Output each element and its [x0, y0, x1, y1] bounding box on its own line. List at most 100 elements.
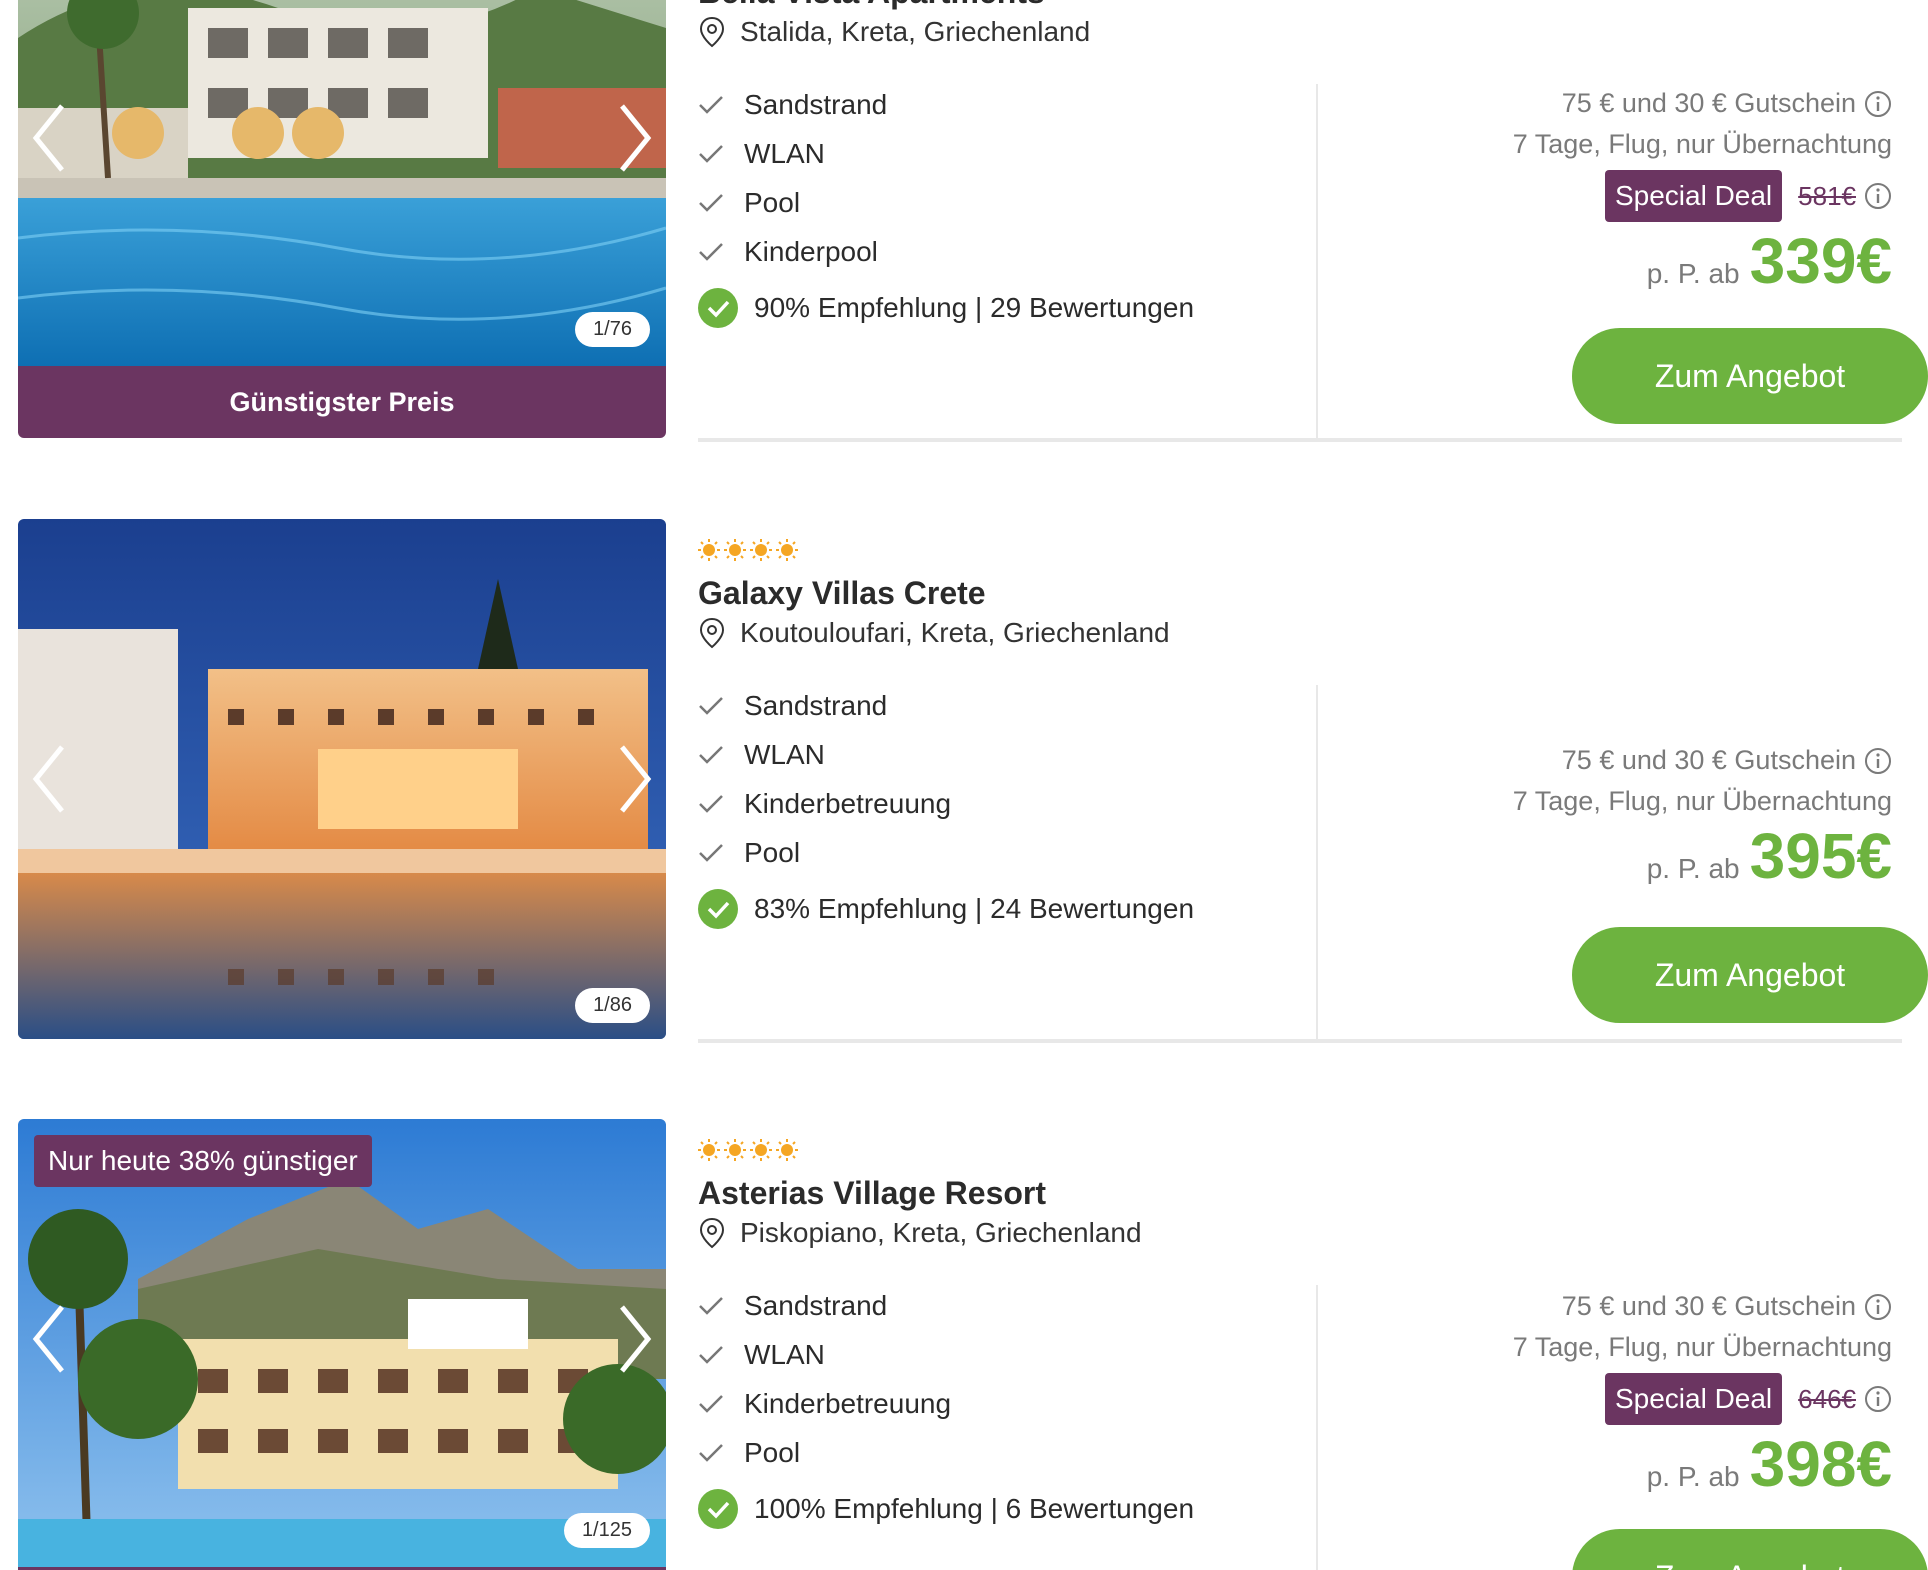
- feature-label: Pool: [744, 1436, 801, 1468]
- gallery-next-button[interactable]: [612, 1299, 656, 1379]
- rating-text: 100% Empfehlung | 6 Bewertungen: [754, 1493, 1195, 1524]
- location-text: Piskopiano, Kreta, Griechenland: [740, 1217, 1142, 1248]
- hotel-card: Nur heute 38% günstiger 1/125 Asterias V…: [18, 1119, 1928, 1570]
- info-icon[interactable]: [1864, 1385, 1892, 1413]
- feature-label: Pool: [744, 186, 801, 218]
- special-deal-badge: Special Deal: [1604, 170, 1783, 222]
- card-divider: [698, 1039, 1902, 1043]
- hotel-location: Koutouloufari, Kreta, Griechenland: [698, 617, 1170, 649]
- price-value: 395€: [1749, 820, 1892, 892]
- photo-counter: 1/86: [575, 988, 650, 1023]
- sun-icon: [724, 1139, 746, 1161]
- price-row: p. P. ab 398€: [1332, 1427, 1892, 1501]
- sun-icon: [776, 1139, 798, 1161]
- gallery-prev-button[interactable]: [28, 98, 72, 178]
- voucher-info: 75 € und 30 € Gutschein: [1332, 745, 1892, 776]
- sun-icon: [776, 539, 798, 561]
- column-divider: [1316, 84, 1318, 442]
- photo-counter: 1/125: [563, 1513, 650, 1548]
- offer-button[interactable]: Zum Angebot: [1572, 328, 1928, 424]
- sun-icon: [724, 539, 746, 561]
- feature-item: Pool: [698, 828, 951, 877]
- hotel-card: 1/76 Günstigster Preis Bella Vista Apart…: [18, 0, 1928, 442]
- price-value: 339€: [1749, 225, 1892, 297]
- feature-list: Sandstrand WLAN Kinderbetreuung Pool: [698, 1281, 951, 1477]
- special-deal-badge: Special Deal: [1604, 1373, 1783, 1425]
- info-icon[interactable]: [1864, 90, 1892, 118]
- feature-item: WLAN: [698, 129, 887, 178]
- rating[interactable]: 90% Empfehlung | 29 Bewertungen: [698, 288, 1194, 328]
- voucher-text: 75 € und 30 € Gutschein: [1561, 745, 1856, 775]
- check-icon: [699, 95, 723, 114]
- info-icon[interactable]: [1864, 182, 1892, 210]
- feature-item: Kinderpool: [698, 227, 887, 276]
- feature-item: Kinderbetreuung: [698, 779, 951, 828]
- sun-icon: [698, 1139, 720, 1161]
- deal-row: Special Deal 581€: [1332, 170, 1892, 222]
- offer-button[interactable]: Zum Angebot: [1572, 1529, 1928, 1570]
- check-icon: [699, 1443, 723, 1462]
- hotel-gallery[interactable]: 1/76 Günstigster Preis: [18, 0, 666, 438]
- hotel-name[interactable]: Bella Vista Apartments: [698, 0, 1045, 11]
- check-icon: [699, 1394, 723, 1413]
- price-row: p. P. ab 339€: [1332, 224, 1892, 298]
- trip-duration: 7 Tage, Flug, nur Übernachtung: [1512, 129, 1892, 159]
- location-pin-icon: [699, 16, 725, 48]
- feature-label: Kinderpool: [744, 235, 878, 267]
- feature-label: Sandstrand: [744, 1289, 888, 1321]
- old-price-value: 646€: [1798, 1383, 1856, 1414]
- location-text: Koutouloufari, Kreta, Griechenland: [740, 617, 1170, 648]
- hotel-gallery[interactable]: Nur heute 38% günstiger 1/125: [18, 1119, 666, 1570]
- feature-item: Sandstrand: [698, 80, 887, 129]
- location-pin-icon: [699, 1217, 725, 1249]
- column-divider: [1316, 1285, 1318, 1570]
- hotel-location: Stalida, Kreta, Griechenland: [698, 16, 1090, 48]
- rating[interactable]: 100% Empfehlung | 6 Bewertungen: [698, 1489, 1194, 1529]
- voucher-info: 75 € und 30 € Gutschein: [1332, 1291, 1892, 1322]
- old-price: 581€: [1798, 181, 1892, 212]
- check-circle-icon: [698, 1489, 738, 1529]
- gallery-prev-button[interactable]: [28, 739, 72, 819]
- hotel-name[interactable]: Galaxy Villas Crete: [698, 575, 986, 612]
- check-circle-icon: [698, 889, 738, 929]
- hotel-photo[interactable]: [18, 519, 666, 1039]
- feature-label: Sandstrand: [744, 689, 888, 721]
- price-prefix: p. P. ab: [1646, 853, 1740, 884]
- deal-row: Special Deal 646€: [1332, 1373, 1892, 1425]
- feature-label: Sandstrand: [744, 88, 888, 120]
- location-pin-icon: [699, 617, 725, 649]
- voucher-info: 75 € und 30 € Gutschein: [1332, 88, 1892, 119]
- price-row: p. P. ab 395€: [1332, 819, 1892, 893]
- old-price-value: 581€: [1798, 180, 1856, 211]
- offer-button[interactable]: Zum Angebot: [1572, 927, 1928, 1023]
- voucher-text: 75 € und 30 € Gutschein: [1561, 88, 1856, 118]
- card-divider: [698, 438, 1902, 442]
- column-divider: [1316, 685, 1318, 1043]
- voucher-text: 75 € und 30 € Gutschein: [1561, 1291, 1856, 1321]
- info-icon[interactable]: [1864, 1293, 1892, 1321]
- gallery-prev-button[interactable]: [28, 1299, 72, 1379]
- check-circle-icon: [698, 288, 738, 328]
- check-icon: [699, 843, 723, 862]
- hotel-location: Piskopiano, Kreta, Griechenland: [698, 1217, 1142, 1249]
- rating[interactable]: 83% Empfehlung | 24 Bewertungen: [698, 889, 1194, 929]
- hotel-photo[interactable]: [18, 0, 666, 366]
- gallery-next-button[interactable]: [612, 98, 656, 178]
- feature-item: WLAN: [698, 1330, 951, 1379]
- feature-label: Pool: [744, 836, 801, 868]
- trip-duration: 7 Tage, Flug, nur Übernachtung: [1512, 786, 1892, 816]
- feature-label: WLAN: [744, 137, 825, 169]
- sun-icon: [750, 1139, 772, 1161]
- check-icon: [699, 745, 723, 764]
- feature-item: Pool: [698, 178, 887, 227]
- feature-label: Kinderbetreuung: [744, 787, 952, 819]
- feature-item: Kinderbetreuung: [698, 1379, 951, 1428]
- hotel-name[interactable]: Asterias Village Resort: [698, 1175, 1046, 1212]
- feature-item: WLAN: [698, 730, 951, 779]
- hotel-card: 1/86 Galaxy Villas Crete Koutouloufari, …: [18, 519, 1928, 1043]
- feature-label: WLAN: [744, 738, 825, 770]
- info-icon[interactable]: [1864, 747, 1892, 775]
- rating-text: 90% Empfehlung | 29 Bewertungen: [754, 292, 1195, 323]
- hotel-gallery[interactable]: 1/86: [18, 519, 666, 1039]
- gallery-next-button[interactable]: [612, 739, 656, 819]
